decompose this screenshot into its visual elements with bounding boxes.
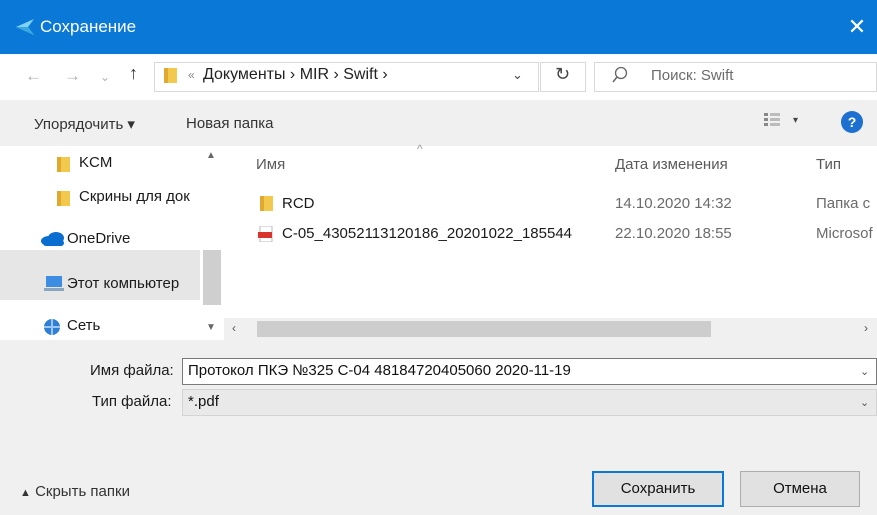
chevron-down-icon[interactable]: ⌄ [512, 67, 523, 83]
save-button[interactable]: Сохранить [592, 471, 724, 507]
breadcrumb-path[interactable]: Документы › MIR › Swift › [203, 66, 388, 84]
file-name: RCD [282, 195, 315, 212]
scroll-right-icon[interactable]: › [864, 321, 868, 335]
back-arrow-icon[interactable]: ← [25, 66, 42, 86]
nav-item-this-pc[interactable]: Этот компьютер [0, 266, 200, 302]
recent-locations-chevron-icon[interactable]: ⌄ [100, 70, 110, 84]
file-type-select[interactable] [182, 389, 877, 416]
pdf-icon [258, 226, 273, 242]
file-type: Microsof [816, 225, 873, 242]
network-icon [44, 319, 60, 335]
organize-button[interactable]: Упорядочить ▾ [34, 115, 135, 133]
nav-scrollbar[interactable] [200, 146, 224, 340]
nav-item-network[interactable]: Сеть [0, 310, 200, 346]
chevron-down-icon[interactable]: ⌄ [860, 396, 869, 409]
search-icon [612, 66, 628, 83]
folder-icon [164, 68, 177, 83]
file-type-label: Тип файла: [92, 393, 172, 410]
new-folder-button[interactable]: Новая папка [186, 115, 273, 132]
nav-item-onedrive[interactable]: OneDrive [0, 221, 200, 257]
file-row[interactable]: C-05_43052113120186_20201022_185544 22.1… [230, 221, 877, 247]
scroll-up-icon[interactable]: ▲ [206, 150, 216, 161]
column-header-date[interactable]: Дата изменения [615, 156, 728, 173]
folder-icon [57, 157, 70, 172]
chevron-down-icon[interactable]: ⌄ [860, 365, 869, 378]
file-date: 14.10.2020 14:32 [615, 195, 732, 212]
cloud-icon [41, 232, 64, 246]
refresh-icon[interactable]: ↻ [555, 64, 570, 85]
folder-icon [57, 191, 70, 206]
hide-folders-button[interactable]: ▲ Скрыть папки [20, 483, 130, 500]
file-name-value[interactable]: Протокол ПКЭ №325 С-04 48184720405060 20… [188, 362, 571, 379]
file-name: C-05_43052113120186_20201022_185544 [282, 225, 573, 242]
scroll-left-icon[interactable]: ‹ [232, 321, 236, 335]
chevron-up-icon: ▲ [20, 487, 31, 499]
close-icon[interactable]: ✕ [840, 10, 874, 44]
search-placeholder: Поиск: Swift [651, 67, 734, 84]
nav-item-label: Скрины для док [79, 188, 190, 205]
nav-item-label: Этот компьютер [67, 275, 180, 292]
breadcrumb-overflow[interactable]: « [188, 68, 195, 82]
window-title: Сохранение [40, 17, 137, 36]
view-options-icon[interactable] [764, 112, 780, 128]
file-date: 22.10.2020 18:55 [615, 225, 732, 242]
file-type: Папка с [816, 195, 871, 212]
nav-item-label: OneDrive [67, 230, 131, 247]
column-header-name[interactable]: Имя [256, 156, 285, 173]
help-icon[interactable]: ? [841, 111, 863, 133]
file-type-value[interactable]: *.pdf [188, 393, 219, 410]
search-input[interactable] [594, 62, 877, 92]
computer-icon [44, 276, 64, 291]
sort-ascending-icon: ^ [417, 142, 423, 156]
swift-app-icon [16, 19, 34, 35]
view-dropdown-arrow-icon[interactable]: ▾ [793, 115, 798, 126]
folder-icon [260, 196, 273, 211]
up-arrow-icon[interactable]: ↑ [129, 63, 138, 84]
hide-folders-label: Скрыть папки [35, 483, 130, 500]
forward-arrow-icon[interactable]: → [64, 66, 81, 86]
scroll-down-icon[interactable]: ▼ [206, 322, 216, 333]
file-row[interactable]: RCD 14.10.2020 14:32 Папка с [230, 190, 877, 216]
cancel-button[interactable]: Отмена [740, 471, 860, 507]
nav-item-screens[interactable]: Скрины для док [0, 180, 200, 216]
nav-item-kcm[interactable]: KCM [0, 146, 200, 182]
column-header-type[interactable]: Тип [816, 156, 841, 173]
file-name-label: Имя файла: [90, 362, 174, 379]
horizontal-scrollbar-thumb[interactable] [257, 321, 711, 337]
nav-item-label: Сеть [67, 317, 101, 334]
nav-item-label: KCM [79, 154, 113, 171]
nav-scrollbar-thumb[interactable] [203, 250, 221, 305]
